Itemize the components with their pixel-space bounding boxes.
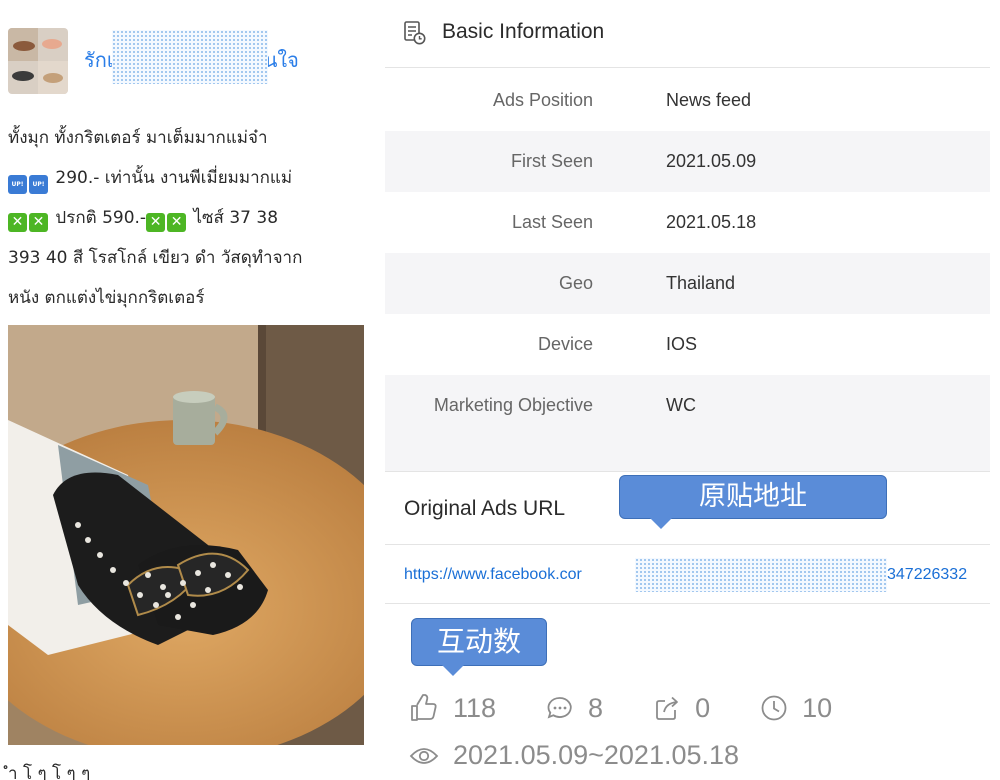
eye-icon <box>409 747 439 764</box>
info-label: Marketing Objective <box>433 395 593 415</box>
section-title: Basic Information <box>442 20 605 43</box>
cross-mark-icon: ✕ <box>29 213 48 232</box>
info-row-device: Device IOS <box>385 314 990 375</box>
info-value: WC <box>666 395 696 415</box>
caption-line-2: UP! UP! 290.- เท่านั้น งานพีเมี่ยมมากแม่ <box>8 158 358 198</box>
document-clock-icon <box>404 21 426 45</box>
callout-original-post: 原贴地址 <box>619 475 887 529</box>
cross-mark-icon: ✕ <box>8 213 27 232</box>
up-badge-icon: UP! <box>29 175 48 194</box>
likes-count: 118 <box>453 692 497 723</box>
clock-icon <box>761 695 787 721</box>
caption-line-3-text: ปรกติ 590.- <box>55 208 147 228</box>
caption-overflow: ำ โ ๆ โ ๆ ๆ <box>8 764 91 780</box>
info-label: First Seen <box>510 151 593 171</box>
comment-bubble-icon <box>547 697 572 719</box>
share-icon <box>656 696 678 720</box>
info-value: News feed <box>666 90 752 110</box>
date-range-text: 2021.05.09~2021.05.18 <box>453 740 740 770</box>
ad-post-preview: รักเ นใจ ทั้งมุก ทั้งกริตเตอร์ มาเต็มมากแ… <box>0 0 375 780</box>
engagement-stats: 118 8 0 10 <box>409 688 882 728</box>
info-row-first-seen: First Seen 2021.05.09 <box>385 131 990 192</box>
page-name-end[interactable]: นใจ <box>264 48 299 72</box>
info-label: Geo <box>558 273 593 293</box>
redaction-mask <box>635 558 887 592</box>
caption-line-3: ✕ ✕ ปรกติ 590.- ✕ ✕ ไซส์ 37 38 <box>8 198 358 238</box>
info-value: Thailand <box>666 273 736 293</box>
cross-mark-icon: ✕ <box>167 213 187 232</box>
caption-line-3-size: ไซส์ 37 38 <box>193 208 279 228</box>
basic-info-table: Ads Position News feed First Seen 2021.0… <box>385 70 990 472</box>
comments-count: 8 <box>588 692 604 723</box>
likes-stat: 118 <box>409 693 496 724</box>
comments-stat: 8 <box>546 693 603 724</box>
callout-engagement: 互动数 <box>411 618 547 676</box>
shares-stat: 0 <box>653 693 710 724</box>
cross-mark-icon: ✕ <box>146 213 166 232</box>
original-ads-url-header: Original Ads URL 原贴地址 <box>385 473 990 545</box>
shares-count: 0 <box>695 692 711 723</box>
ad-info-panel: Basic Information Ads Position News feed… <box>385 0 1000 780</box>
thumbs-up-icon <box>411 694 437 721</box>
redaction-mask <box>112 30 268 84</box>
page-name[interactable]: รักเ นใจ <box>84 30 324 84</box>
info-label: Device <box>537 334 593 354</box>
page-name-start[interactable]: รักเ <box>84 48 114 72</box>
info-row-ads-position: Ads Position News feed <box>385 70 990 131</box>
seen-date-range: 2021.05.09~2021.05.18 <box>409 740 739 771</box>
caption-line-4: 393 40 สี โรสโกล์ เขียว ดำ วัสดุทำจาก <box>8 248 303 268</box>
ad-image[interactable] <box>8 325 364 745</box>
days-stat: 10 <box>760 693 832 724</box>
info-value: 2021.05.09 <box>666 151 757 171</box>
ad-url-row: https://www.facebook.cor 347226332 <box>385 546 990 604</box>
page-avatar[interactable] <box>8 28 68 94</box>
info-row-last-seen: Last Seen 2021.05.18 <box>385 192 990 253</box>
caption-line-5: หนัง ตกแต่งไข่มุกกริตเตอร์ <box>8 288 205 308</box>
ad-url-link[interactable]: https://www.facebook.cor <box>404 566 582 584</box>
caption-line-1: ทั้งมุก ทั้งกริตเตอร์ มาเต็มมากแม่จ๋า <box>8 128 268 148</box>
ad-url-link-tail[interactable]: 347226332 <box>887 566 967 584</box>
info-row-marketing-objective: Marketing Objective WC <box>385 375 990 436</box>
info-row-geo: Geo Thailand <box>385 253 990 314</box>
up-badge-icon: UP! <box>8 175 27 194</box>
caption-line-2-text: 290.- เท่านั้น งานพีเมี่ยมมากแม่ <box>55 168 293 188</box>
post-caption: ทั้งมุก ทั้งกริตเตอร์ มาเต็มมากแม่จ๋า UP… <box>8 118 358 318</box>
info-label: Last Seen <box>511 212 593 232</box>
table-spacer <box>385 436 990 472</box>
basic-info-header: Basic Information <box>385 0 990 68</box>
info-label: Ads Position <box>492 90 593 110</box>
url-section-label: Original Ads URL <box>404 497 566 520</box>
info-value: 2021.05.18 <box>666 212 757 232</box>
info-value: IOS <box>666 334 698 354</box>
days-count: 10 <box>802 692 833 723</box>
